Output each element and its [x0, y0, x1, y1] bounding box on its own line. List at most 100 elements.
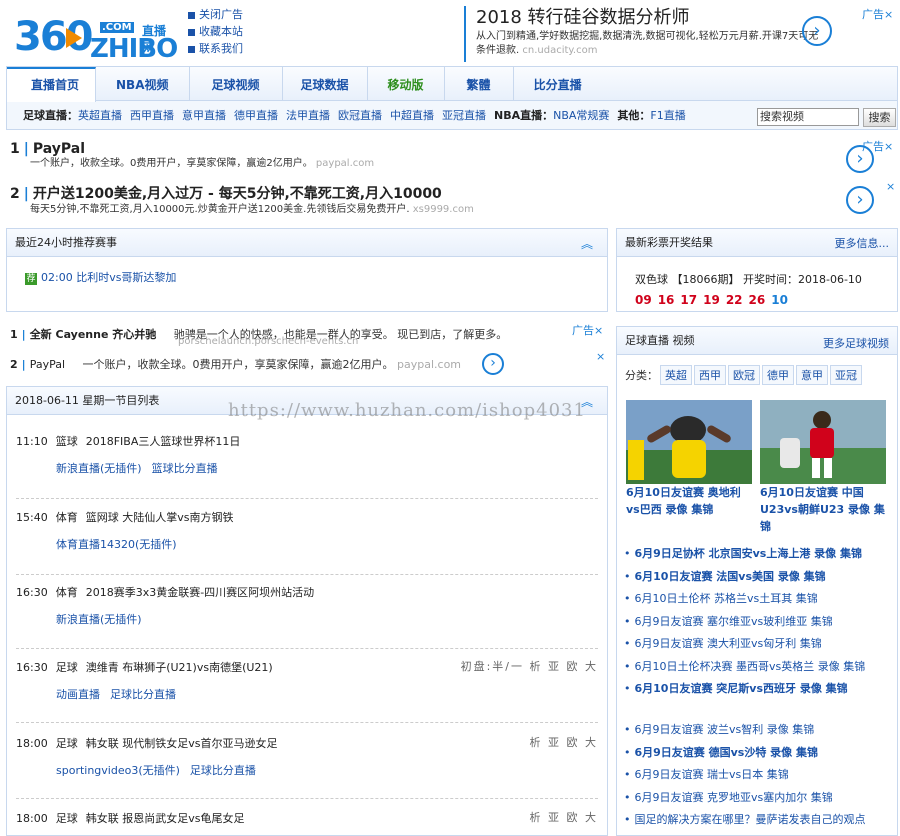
video-link[interactable]: 国足的解决方案在哪里？曼萨诺发表自己的观点	[635, 813, 866, 826]
row-odds[interactable]: 析 亚 欧 大	[530, 734, 599, 750]
recommend-item[interactable]: 荐 02:00 比利时vs哥斯达黎加	[25, 269, 176, 285]
ad-title[interactable]: PayPal	[33, 141, 85, 157]
video-link[interactable]: 6月9日友谊赛 克罗地亚vs塞内加尔 集锦	[635, 791, 833, 804]
ad-title[interactable]: 全新 Cayenne 齐心并驰	[30, 328, 157, 341]
video-link[interactable]: 6月9日友谊赛 波兰vs智利 录像 集锦	[635, 723, 815, 736]
link-csl[interactable]: 中超直播	[390, 109, 434, 122]
row-link[interactable]: 体育直播14320(无插件)	[56, 538, 177, 551]
close-icon[interactable]: ×	[884, 140, 893, 153]
video-item[interactable]: • 6月10日土伦杯决赛 墨西哥vs英格兰 录像 集锦	[624, 656, 865, 679]
category-acl[interactable]: 亚冠	[830, 365, 862, 385]
link-acl[interactable]: 亚冠直播	[442, 109, 486, 122]
row-link[interactable]: 新浪直播(无插件)	[56, 613, 142, 626]
link-nba[interactable]: NBA常规赛	[553, 109, 609, 122]
close-icon[interactable]: ×	[596, 350, 605, 363]
link-ucl[interactable]: 欧冠直播	[338, 109, 382, 122]
ad-label[interactable]: 广告×	[862, 138, 893, 154]
video-link[interactable]: 6月10日土伦杯决赛 墨西哥vs英格兰 录像 集锦	[635, 660, 866, 673]
video-link[interactable]: 6月9日友谊赛 德国vs沙特 录像 集锦	[635, 746, 819, 759]
tab-football-data[interactable]: 足球数据	[283, 67, 368, 101]
video-item[interactable]: • 6月9日友谊赛 塞尔维亚vs玻利维亚 集锦	[624, 611, 865, 634]
ad-title[interactable]: PayPal	[30, 358, 65, 371]
search-button[interactable]: 搜索	[863, 108, 896, 127]
link-f1[interactable]: F1直播	[650, 109, 685, 122]
link-bundesliga[interactable]: 德甲直播	[234, 109, 278, 122]
chevron-right-icon[interactable]: ›	[482, 353, 504, 375]
row-link[interactable]: 动画直播	[56, 688, 100, 701]
row-odds[interactable]: 初盘:半/一 析 亚 欧 大	[461, 658, 598, 674]
video-link[interactable]: 6月9日足协杯 北京国安vs上海上港 录像 集锦	[635, 547, 863, 560]
link-epl[interactable]: 英超直播	[78, 109, 122, 122]
video-caption[interactable]: 6月10日友谊赛 中国U23vs朝鲜U23 录像 集锦	[760, 484, 886, 535]
row-link[interactable]: sportingvideo3(无插件)	[56, 764, 180, 777]
ad-label[interactable]: 广告×	[862, 6, 893, 22]
chevron-right-icon[interactable]: ›	[802, 16, 832, 46]
video-item[interactable]: • 6月9日友谊赛 德国vs沙特 录像 集锦	[624, 742, 866, 765]
contact-link-text[interactable]: 联系我们	[199, 42, 243, 55]
collapse-icon[interactable]: ︽	[581, 235, 593, 252]
video-item[interactable]: • 6月10日土伦杯 苏格兰vs土耳其 集锦	[624, 588, 865, 611]
video-item[interactable]: • 6月10日友谊赛 法国vs美国 录像 集锦	[624, 566, 865, 589]
video-thumbnail[interactable]	[626, 400, 752, 484]
video-thumbnail[interactable]	[760, 400, 886, 484]
close-ad-link[interactable]: 关闭广告	[188, 6, 243, 23]
top-ad-title[interactable]: 2018 转行硅谷数据分析师	[476, 6, 844, 30]
category-seriea[interactable]: 意甲	[796, 365, 828, 385]
row-odds[interactable]: 析 亚 欧 大	[530, 809, 599, 825]
close-icon[interactable]: ×	[884, 8, 893, 21]
category-bundesliga[interactable]: 德甲	[762, 365, 794, 385]
video-item[interactable]: • 6月9日友谊赛 澳大利亚vs匈牙利 集锦	[624, 633, 865, 656]
video-link[interactable]: 6月10日土伦杯 苏格兰vs土耳其 集锦	[635, 592, 818, 605]
video-link[interactable]: 6月9日友谊赛 瑞士vs日本 集锦	[635, 768, 789, 781]
category-epl[interactable]: 英超	[660, 365, 692, 385]
close-ad-link-text[interactable]: 关闭广告	[199, 8, 243, 21]
lottery-more-link[interactable]: 更多信息...	[835, 235, 890, 251]
search-input[interactable]: 搜索视频	[757, 108, 859, 126]
category-ucl[interactable]: 欧冠	[728, 365, 760, 385]
tab-football-video[interactable]: 足球视频	[190, 67, 283, 101]
link-ligue1[interactable]: 法甲直播	[286, 109, 330, 122]
top-ad[interactable]: 2018 转行硅谷数据分析师 从入门到精通,学好数据挖掘,数据清洗,数据可视化,…	[464, 6, 844, 62]
link-seriea[interactable]: 意甲直播	[182, 109, 226, 122]
video-item[interactable]: • 6月10日友谊赛 突尼斯vs西班牙 录像 集锦	[624, 678, 865, 701]
tab-mobile[interactable]: 移动版	[368, 67, 445, 101]
close-icon[interactable]: ×	[594, 324, 603, 337]
category-laliga[interactable]: 西甲	[694, 365, 726, 385]
row-link[interactable]: 足球比分直播	[190, 764, 256, 777]
site-logo[interactable]: 360 .COM 直播网 ZHIBO	[14, 10, 178, 64]
video-item[interactable]: • 6月9日友谊赛 克罗地亚vs塞内加尔 集锦	[624, 787, 866, 810]
video-more-link[interactable]: 更多足球视频	[823, 335, 889, 351]
mid-ad-1[interactable]: 1 | 全新 Cayenne 齐心并驰 驰骋是一个人的快感，也能是一群人的享受。 现…	[10, 326, 507, 347]
row-link[interactable]: 新浪直播(无插件)	[56, 462, 142, 475]
bookmark-link-text[interactable]: 收藏本站	[199, 25, 243, 38]
recommend-link[interactable]: 02:00 比利时vs哥斯达黎加	[41, 271, 176, 284]
tab-home[interactable]: 直播首页	[7, 67, 97, 102]
video-link[interactable]: 6月9日友谊赛 塞尔维亚vs玻利维亚 集锦	[635, 615, 833, 628]
ad-bar: |	[23, 141, 29, 157]
bookmark-link[interactable]: 收藏本站	[188, 23, 243, 40]
close-icon[interactable]: ×	[886, 180, 895, 193]
video-item[interactable]: • 6月9日友谊赛 波兰vs智利 录像 集锦	[624, 719, 866, 742]
tab-score-live[interactable]: 比分直播	[514, 67, 602, 101]
contact-link[interactable]: 联系我们	[188, 40, 243, 57]
mid-ad-2[interactable]: 2 | PayPal 一个账户，收款全球。0费用开户，享莫家保障，赢逾2亿用户。 p…	[10, 356, 461, 372]
video-link[interactable]: 6月10日友谊赛 突尼斯vs西班牙 录像 集锦	[635, 682, 848, 695]
video-item[interactable]: • 6月9日友谊赛 瑞士vs日本 集锦	[624, 764, 866, 787]
link-laliga[interactable]: 西甲直播	[130, 109, 174, 122]
ad-title[interactable]: 开户送1200美金,月入过万 - 每天5分钟,不靠死工资,月入10000	[33, 186, 442, 202]
video-item[interactable]: • 国足的解决方案在哪里？曼萨诺发表自己的观点	[624, 809, 866, 832]
row-link[interactable]: 足球比分直播	[110, 688, 176, 701]
ad-label[interactable]: 广告×	[572, 322, 603, 338]
collapse-icon[interactable]: ︽	[581, 393, 593, 410]
row-link[interactable]: 篮球比分直播	[152, 462, 218, 475]
video-caption[interactable]: 6月10日友谊赛 奥地利vs巴西 录像 集锦	[626, 484, 752, 518]
chevron-right-icon[interactable]: ›	[846, 186, 874, 214]
text-ad-2[interactable]: 2 | 开户送1200美金,月入过万 - 每天5分钟,不靠死工资,月入10000 每…	[10, 183, 474, 216]
video-link[interactable]: 6月9日友谊赛 澳大利亚vs匈牙利 集锦	[635, 637, 822, 650]
text-ad-1[interactable]: 1 | PayPal 一个账户，收款全球。0费用开户，享莫家保障，赢逾2亿用户。 p…	[10, 141, 374, 170]
tab-nba-video[interactable]: NBA视频	[96, 67, 190, 101]
video-item[interactable]: • 6月9日足协杯 北京国安vs上海上港 录像 集锦	[624, 543, 865, 566]
tab-traditional[interactable]: 繁體	[445, 67, 514, 101]
video-link[interactable]: 6月10日友谊赛 法国vs美国 录像 集锦	[635, 570, 826, 583]
divider	[16, 498, 598, 499]
